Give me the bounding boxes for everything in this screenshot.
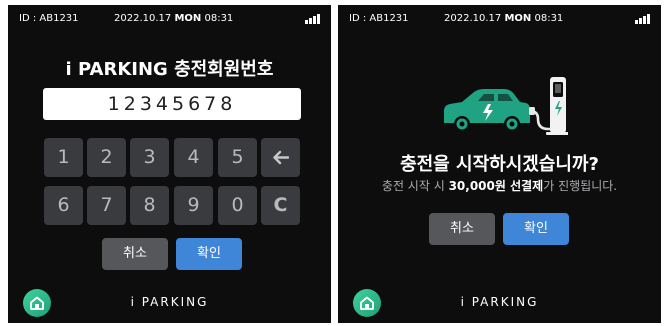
weekday: MON: [174, 13, 202, 24]
brand-logo: i PARKING: [460, 295, 539, 309]
confirm-button[interactable]: 확인: [176, 238, 242, 270]
prepayment-notice: 충전 시작 시 30,000원 선결제가 진행됩니다.: [338, 177, 661, 194]
backspace-key[interactable]: [261, 138, 300, 177]
weekday: MON: [504, 13, 532, 24]
cancel-button[interactable]: 취소: [429, 213, 495, 245]
confirm-question: 충전을 시작하시겠습니까?: [400, 154, 599, 175]
key-0[interactable]: 0: [218, 186, 257, 225]
member-number-screen: ID : AB1231 2022.10.17 MON 08:31 i PARKI…: [8, 5, 331, 323]
charge-confirm-screen: ID : AB1231 2022.10.17 MON 08:31 충전을 시작하…: [338, 5, 661, 323]
user-id: ID : AB1231: [19, 13, 79, 24]
page-title: i PARKING 충전회원번호: [65, 59, 274, 80]
date: 2022.10.17: [444, 13, 502, 24]
note-suffix: 가 진행됩니다.: [543, 179, 618, 193]
status-bar: ID : AB1231 2022.10.17 MON 08:31: [8, 13, 331, 27]
member-number-field[interactable]: 12345678: [43, 88, 301, 120]
brand-logo: i PARKING: [130, 295, 209, 309]
date: 2022.10.17: [114, 13, 172, 24]
ev-car-charger-icon: [444, 77, 568, 135]
key-3[interactable]: 3: [130, 138, 169, 177]
status-bar: ID : AB1231 2022.10.17 MON 08:31: [338, 13, 661, 27]
key-7[interactable]: 7: [87, 186, 126, 225]
datetime: 2022.10.17 MON 08:31: [444, 13, 563, 24]
key-1[interactable]: 1: [44, 138, 83, 177]
note-prefix: 충전 시작 시: [381, 179, 449, 193]
cancel-button[interactable]: 취소: [102, 238, 168, 270]
key-5[interactable]: 5: [218, 138, 257, 177]
key-6[interactable]: 6: [44, 186, 83, 225]
datetime: 2022.10.17 MON 08:31: [114, 13, 233, 24]
time: 08:31: [534, 13, 564, 24]
confirm-button[interactable]: 확인: [503, 213, 569, 245]
signal-bars-icon: [635, 14, 651, 24]
key-8[interactable]: 8: [130, 186, 169, 225]
prepayment-amount: 30,000원 선결제: [448, 179, 544, 193]
clear-key[interactable]: C: [261, 186, 300, 225]
key-2[interactable]: 2: [87, 138, 126, 177]
key-9[interactable]: 9: [174, 186, 213, 225]
time: 08:31: [204, 13, 234, 24]
key-4[interactable]: 4: [174, 138, 213, 177]
backspace-arrow-icon: [273, 150, 289, 165]
signal-bars-icon: [305, 14, 321, 24]
user-id: ID : AB1231: [349, 13, 409, 24]
